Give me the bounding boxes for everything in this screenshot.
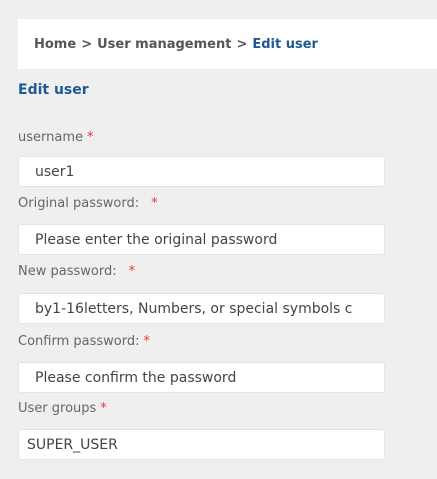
username-label-text: username xyxy=(18,130,83,145)
new-password-input[interactable] xyxy=(18,293,385,324)
required-asterisk: * xyxy=(143,334,150,349)
username-input[interactable] xyxy=(18,156,385,187)
confirm-password-input[interactable] xyxy=(18,362,385,393)
breadcrumb-current: Edit user xyxy=(252,36,318,52)
username-label: username * xyxy=(18,130,94,145)
required-asterisk: * xyxy=(128,264,136,279)
required-asterisk: * xyxy=(151,196,158,211)
page-title: Edit user xyxy=(18,82,89,98)
original-password-label: Original password: * xyxy=(18,196,158,211)
breadcrumb-separator: > xyxy=(81,36,93,52)
new-password-label: New password: * xyxy=(18,264,135,279)
original-password-label-text: Original password: xyxy=(18,196,140,211)
breadcrumb-user-management-link[interactable]: User management xyxy=(97,37,231,52)
user-groups-select[interactable] xyxy=(18,429,385,460)
new-password-label-text: New password: xyxy=(18,264,117,279)
confirm-password-label: Confirm password: * xyxy=(18,334,150,349)
confirm-password-label-text: Confirm password: xyxy=(18,334,140,349)
breadcrumb: Home > User management > Edit user xyxy=(18,19,437,69)
original-password-input[interactable] xyxy=(18,224,385,255)
required-asterisk: * xyxy=(100,401,107,416)
required-asterisk: * xyxy=(87,130,94,145)
breadcrumb-separator: > xyxy=(236,36,248,52)
user-groups-label: User groups * xyxy=(18,401,107,416)
breadcrumb-home-link[interactable]: Home xyxy=(34,37,76,52)
user-groups-label-text: User groups xyxy=(18,401,97,416)
